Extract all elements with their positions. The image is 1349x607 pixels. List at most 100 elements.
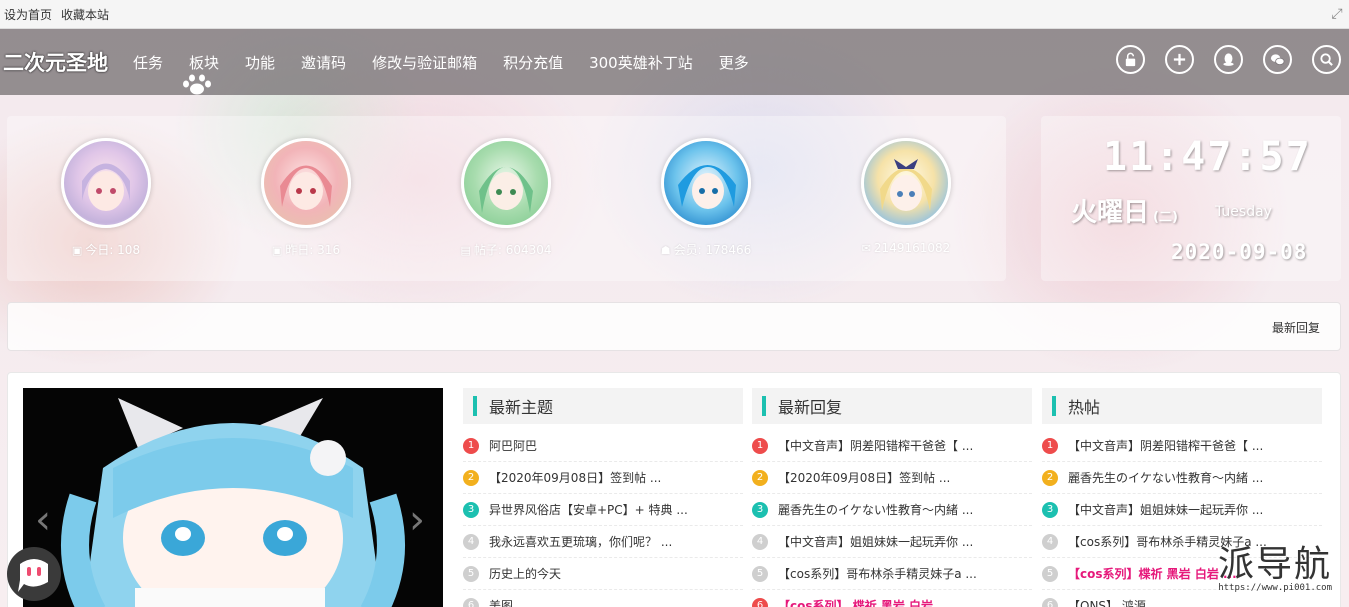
wechat-icon[interactable] (1263, 45, 1292, 74)
list-item[interactable]: 2 【2020年09月08日】签到帖 ... (752, 462, 1032, 494)
slider-next-icon[interactable]: › (409, 500, 425, 540)
list-item[interactable]: 3 【中文音声】姐姐妹妹一起玩弄你 ... (1042, 494, 1322, 526)
avatar (661, 138, 751, 228)
expand-icon[interactable]: ⤢ (1329, 6, 1345, 22)
bookmark-site-link[interactable]: 收藏本站 (61, 6, 109, 23)
plus-icon[interactable] (1165, 45, 1194, 74)
stat-members: ☗ 会员: 178466 (646, 138, 766, 258)
paw-icon (183, 74, 212, 94)
rank-badge: 2 (463, 469, 479, 486)
rank-badge: 5 (463, 565, 479, 582)
main-content: ‹ › 最新主题 1 阿巴阿巴 2 【2020年09月08日】签到帖 ... 3 异世… (7, 372, 1341, 607)
nav-item-invite-code[interactable]: 邀请码 (288, 52, 359, 73)
stat-yesterday: ▣ 昨日: 316 (246, 138, 366, 258)
stat-label: 今日: 108 (85, 243, 141, 257)
rank-badge: 4 (1042, 533, 1058, 550)
list-item-title: 异世界风俗店【安卓+PC】+ 特典 ... (489, 503, 688, 517)
ticker-label[interactable]: 最新回复 (1272, 319, 1320, 336)
latest-replies-column: 最新回复 1 【中文音声】阴差阳错榨干爸爸【 ... 2 【2020年09月08日】… (752, 388, 1032, 607)
unlock-icon[interactable] (1116, 45, 1145, 74)
list-item-title: 美图 (489, 599, 514, 607)
list-item[interactable]: 2 【2020年09月08日】签到帖 ... (463, 462, 743, 494)
rank-badge: 1 (463, 437, 479, 454)
main-navbar: 二次元圣地 任务 板块 功能 邀请码 修改与验证邮箱 积分充值 300英雄补丁站… (0, 29, 1349, 95)
list-item[interactable]: 2 麗香先生のイケない性教育～内緒 ... (1042, 462, 1322, 494)
clock-weekday-en: Tuesday (1215, 204, 1272, 220)
nav-item-patch-site[interactable]: 300英雄补丁站 (576, 52, 706, 73)
clock-date: 2020-09-08 (1171, 240, 1308, 264)
list-item-title: 【中文音声】阴差阳错榨干爸爸【 ... (1068, 439, 1264, 453)
set-homepage-link[interactable]: 设为首页 (4, 6, 52, 23)
nav-item-boards[interactable]: 板块 (176, 52, 232, 94)
list-item[interactable]: 6 美图 (463, 590, 743, 607)
stat-label: 2149161082 (873, 241, 951, 255)
rank-badge: 1 (1042, 437, 1058, 454)
header-accent-bar (473, 396, 477, 416)
list-item[interactable]: 5 【cos系列】哥布林杀手精灵妹子a ... (752, 558, 1032, 590)
list-item-title: 历史上的今天 (489, 567, 562, 581)
header-accent-bar (762, 396, 766, 416)
clock-weekday-num: (二) (1153, 210, 1178, 225)
chat-bubble-icon[interactable] (4, 544, 64, 604)
list-item[interactable]: 6 【cos系列】 楪祈 黑岩 白岩 ... (752, 590, 1032, 607)
chat-icon: ✉ (861, 242, 871, 255)
nav-item-recharge[interactable]: 积分充值 (490, 52, 576, 73)
rank-badge: 4 (752, 533, 768, 550)
list-item[interactable]: 3 异世界风俗店【安卓+PC】+ 特典 ... (463, 494, 743, 526)
calendar-icon: ▣ (71, 244, 83, 257)
column-title: 热帖 (1068, 398, 1101, 417)
rank-badge: 2 (752, 469, 768, 486)
list-item[interactable]: 1 【中文音声】阴差阳错榨干爸爸【 ... (1042, 430, 1322, 462)
rank-badge: 5 (1042, 565, 1058, 582)
stat-total: ✉ 2149161082 (846, 138, 966, 255)
list-item-title: 【2020年09月08日】签到帖 ... (489, 471, 662, 485)
nav-menu: 任务 板块 功能 邀请码 修改与验证邮箱 积分充值 300英雄补丁站 更多 (120, 52, 762, 94)
nav-item-features[interactable]: 功能 (232, 52, 288, 73)
rank-badge: 1 (752, 437, 768, 454)
qq-icon[interactable] (1214, 45, 1243, 74)
rank-badge: 6 (752, 597, 768, 607)
rank-badge: 4 (463, 533, 479, 550)
nav-item-tasks[interactable]: 任务 (120, 52, 176, 73)
list-item[interactable]: 1 阿巴阿巴 (463, 430, 743, 462)
rank-badge: 3 (463, 501, 479, 518)
rank-badge: 3 (752, 501, 768, 518)
latest-topics-column: 最新主题 1 阿巴阿巴 2 【2020年09月08日】签到帖 ... 3 异世界风俗店… (463, 388, 743, 607)
list-item-title: 麗香先生のイケない性教育～内緒 ... (778, 503, 974, 517)
watermark-title: 派导航 (1218, 544, 1333, 585)
list-item-title: 麗香先生のイケない性教育～内緒 ... (1068, 471, 1264, 485)
topic-list: 1 阿巴阿巴 2 【2020年09月08日】签到帖 ... 3 异世界风俗店【安卓+P… (463, 430, 743, 607)
list-item-title: 【cos系列】楪祈 黑岩 白岩 ... (1068, 567, 1237, 581)
list-item[interactable]: 4 【中文音声】姐姐妹妹一起玩弄你 ... (752, 526, 1032, 558)
list-item-title: 【cos系列】哥布林杀手精灵妹子a ... (778, 567, 977, 581)
chart-icon: ▤ (460, 244, 471, 257)
slider-prev-icon[interactable]: ‹ (35, 500, 51, 540)
latest-reply-ticker: 最新回复 (7, 302, 1341, 351)
calendar-icon: ▣ (271, 244, 283, 257)
top-utility-bar: 设为首页 收藏本站 ⤢ (0, 0, 1349, 29)
list-item-title: 阿巴阿巴 (489, 439, 538, 453)
search-icon[interactable] (1312, 45, 1341, 74)
slider-image (23, 388, 443, 607)
list-item[interactable]: 3 麗香先生のイケない性教育～内緒 ... (752, 494, 1032, 526)
column-title: 最新主题 (489, 398, 554, 417)
avatar (461, 138, 551, 228)
list-item[interactable]: 5 历史上的今天 (463, 558, 743, 590)
clock-panel: 11:47:57 火曜日 (二) Tuesday 2020-09-08 (1041, 116, 1341, 281)
list-item[interactable]: 4 我永远喜欢五更琉璃，你们呢？ ... (463, 526, 743, 558)
list-item-title: 【中文音声】姐姐妹妹一起玩弄你 ... (1068, 503, 1264, 517)
rank-badge: 6 (463, 597, 479, 607)
list-item-title: 我永远喜欢五更琉璃，你们呢？ ... (489, 535, 673, 549)
stat-label: 帖子: 604304 (473, 243, 552, 257)
watermark-url: https://www.pi001.com (1218, 583, 1333, 593)
list-item[interactable]: 1 【中文音声】阴差阳错榨干爸爸【 ... (752, 430, 1032, 462)
nav-item-email[interactable]: 修改与验证邮箱 (359, 52, 490, 73)
stat-label: 会员: 178466 (673, 243, 752, 257)
avatar (61, 138, 151, 228)
rank-badge: 2 (1042, 469, 1058, 486)
nav-item-more[interactable]: 更多 (706, 52, 762, 73)
stat-posts: ▤ 帖子: 604304 (446, 138, 566, 258)
site-logo[interactable]: 二次元圣地 (3, 47, 108, 77)
avatar (861, 138, 951, 228)
image-slider[interactable]: ‹ › (23, 388, 443, 607)
